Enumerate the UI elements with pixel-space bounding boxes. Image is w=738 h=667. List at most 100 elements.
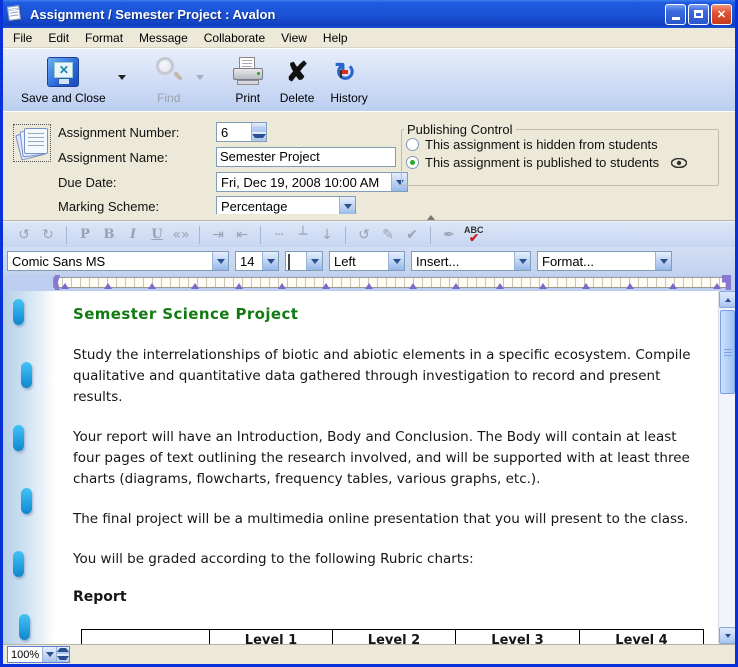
chevron-down-icon[interactable] — [306, 252, 322, 270]
revert-icon[interactable]: ↺ — [353, 227, 375, 243]
assignment-number-stepper[interactable]: 6 — [216, 122, 267, 142]
chevron-down-icon[interactable] — [262, 252, 278, 270]
zoom-control[interactable]: 100% — [7, 646, 70, 663]
printer-icon — [232, 54, 264, 90]
chevron-down-icon[interactable] — [212, 252, 228, 270]
main-toolbar: ✕ Save and Close Find Print ✘ Delete ↻ — [3, 48, 735, 111]
delete-x-icon: ✘ — [286, 54, 309, 90]
bold-icon[interactable]: B — [98, 227, 120, 242]
number-up-icon[interactable] — [252, 123, 266, 132]
move-down-icon[interactable]: ↓ — [316, 227, 338, 243]
menu-edit[interactable]: Edit — [40, 29, 77, 47]
chevron-down-icon[interactable] — [514, 252, 530, 270]
ruler — [3, 275, 735, 291]
due-date-dropdown[interactable]: Fri, Dec 19, 2008 10:00 AM — [216, 172, 408, 192]
marking-scheme-label: Marking Scheme: — [58, 199, 216, 214]
published-radio[interactable] — [406, 156, 419, 169]
delete-button[interactable]: ✘ Delete — [276, 53, 319, 106]
chevron-down-icon[interactable] — [42, 647, 56, 662]
assignment-name-field[interactable]: Semester Project — [216, 147, 396, 167]
spacing-icon[interactable]: ┄ — [268, 227, 290, 243]
color-swatch — [288, 254, 290, 270]
collapse-handle-icon[interactable] — [427, 215, 435, 220]
number-down-icon[interactable] — [252, 132, 266, 141]
document-body[interactable]: Semester Science Project Study the inter… — [55, 291, 718, 644]
tab-marker-icon[interactable]: ┴ — [292, 227, 314, 243]
chevron-down-icon[interactable] — [339, 197, 355, 215]
document-editor[interactable]: Semester Science Project Study the inter… — [3, 291, 735, 644]
close-button[interactable]: ✕ — [711, 4, 732, 25]
menu-help[interactable]: Help — [315, 29, 356, 47]
menu-format[interactable]: Format — [77, 29, 131, 47]
rubric-table: Level 1 Level 2 Level 3 Level 4 Introduc… — [81, 629, 704, 644]
chevron-down-icon[interactable] — [388, 252, 404, 270]
marking-scheme-dropdown[interactable]: Percentage — [216, 196, 356, 216]
print-button[interactable]: Print — [228, 53, 268, 106]
minimize-button[interactable] — [665, 4, 686, 25]
plain-style-icon[interactable]: P — [74, 227, 96, 242]
publishing-control-group: Publishing Control This assignment is hi… — [401, 122, 719, 186]
eye-icon — [671, 158, 687, 168]
vertical-scrollbar[interactable] — [718, 291, 735, 644]
underline-icon[interactable]: U — [146, 227, 168, 242]
save-and-close-button[interactable]: ✕ Save and Close — [17, 53, 110, 106]
format-dropdown[interactable]: Format... — [537, 251, 672, 271]
undo-icon[interactable]: ↺ — [13, 227, 35, 243]
title-bar[interactable]: Assignment / Semester Project : Avalon ✕ — [0, 0, 738, 28]
tab-stops — [61, 283, 721, 289]
assignment-number-label: Assignment Number: — [58, 125, 216, 140]
find-dropdown-arrow[interactable] — [196, 80, 210, 98]
assignment-form: Assignment Number: 6 Assignment Name: Se… — [3, 111, 735, 214]
assignment-window: Assignment / Semester Project : Avalon ✕… — [0, 0, 738, 667]
insert-dropdown[interactable]: Insert... — [411, 251, 531, 271]
due-date-label: Due Date: — [58, 175, 216, 190]
menu-view[interactable]: View — [273, 29, 315, 47]
table-header-row: Level 1 Level 2 Level 3 Level 4 — [82, 630, 704, 645]
scrollbar-thumb[interactable] — [720, 310, 735, 394]
redo-icon[interactable]: ↻ — [37, 227, 59, 243]
pencil-icon[interactable]: ✎ — [377, 227, 399, 243]
history-button[interactable]: ↻ History — [326, 53, 371, 106]
maximize-button[interactable] — [688, 4, 709, 25]
alignment-dropdown[interactable]: Left — [329, 251, 405, 271]
indent-less-icon[interactable]: ⇤ — [231, 227, 253, 243]
paragraph: You will be graded according to the foll… — [73, 549, 704, 570]
italic-icon[interactable]: I — [122, 227, 144, 242]
paragraph: The final project will be a multimedia o… — [73, 509, 704, 530]
menu-file[interactable]: File — [5, 29, 40, 47]
indent-more-icon[interactable]: ⇥ — [207, 227, 229, 243]
zoom-level: 100% — [8, 647, 42, 662]
toolbar-separator — [3, 214, 735, 221]
approve-check-icon[interactable]: ✔ — [401, 227, 423, 243]
menu-collaborate[interactable]: Collaborate — [196, 29, 273, 47]
signature-icon[interactable]: ✒ — [438, 227, 460, 243]
spellcheck-icon[interactable]: ABC ✔ — [462, 225, 486, 245]
assignment-name-label: Assignment Name: — [58, 150, 216, 165]
quotes-icon[interactable]: «» — [170, 227, 192, 243]
save-dropdown-arrow[interactable] — [118, 80, 132, 98]
zoom-up-icon[interactable] — [57, 647, 69, 655]
hidden-radio[interactable] — [406, 138, 419, 151]
scroll-up-icon[interactable] — [719, 291, 735, 308]
published-option-row[interactable]: This assignment is published to students — [402, 155, 718, 173]
window-title: Assignment / Semester Project : Avalon — [30, 7, 665, 22]
status-bar: 100% — [3, 644, 735, 663]
stationery-margin — [3, 291, 55, 644]
menu-message[interactable]: Message — [131, 29, 196, 47]
hidden-option-row[interactable]: This assignment is hidden from students — [402, 137, 718, 155]
section-heading: Report — [73, 589, 704, 605]
font-family-dropdown[interactable]: Comic Sans MS — [7, 251, 229, 271]
paragraph: Your report will have an Introduction, B… — [73, 427, 704, 490]
publishing-control-legend: Publishing Control — [404, 122, 516, 137]
paragraph: Study the interrelationships of biotic a… — [73, 345, 704, 408]
window-icon — [6, 6, 24, 22]
magnifier-icon — [154, 54, 184, 90]
scroll-down-icon[interactable] — [719, 627, 735, 644]
font-size-dropdown[interactable]: 14 — [235, 251, 279, 271]
assignment-stack-icon — [13, 124, 51, 162]
font-color-dropdown[interactable] — [285, 251, 323, 271]
find-button[interactable]: Find — [150, 53, 188, 106]
zoom-down-icon[interactable] — [57, 654, 69, 662]
chevron-down-icon[interactable] — [655, 252, 671, 270]
history-icon: ↻ — [334, 54, 364, 90]
